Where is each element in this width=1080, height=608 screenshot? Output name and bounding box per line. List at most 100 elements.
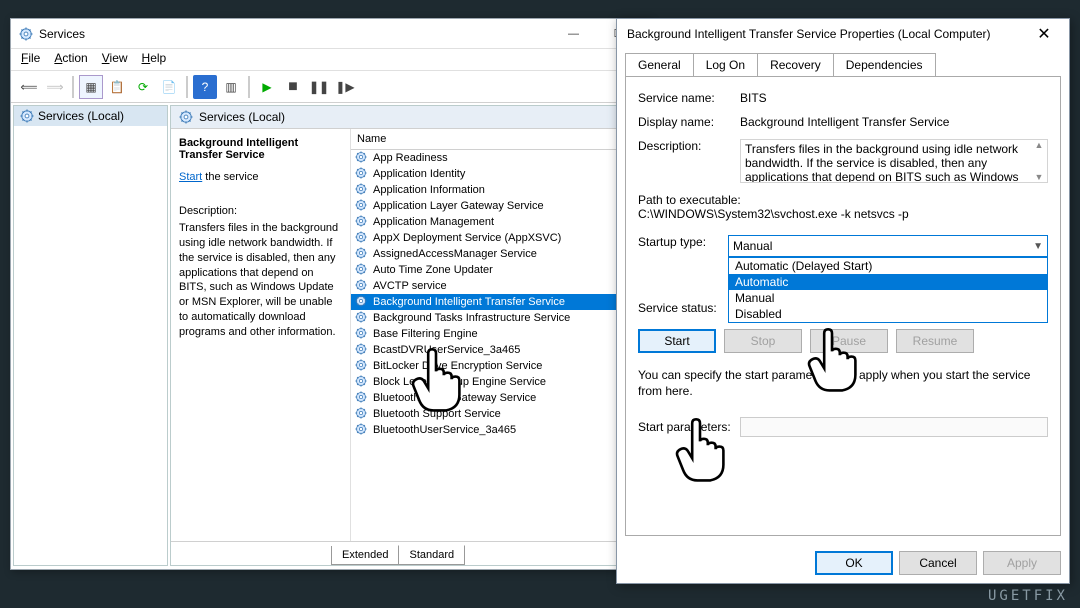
columns-icon[interactable]: ▥ <box>219 75 243 99</box>
detail-pane: Background Intelligent Transfer Service … <box>171 129 351 541</box>
service-row[interactable]: Application IdentityD <box>351 166 646 182</box>
ok-button[interactable]: OK <box>815 551 893 575</box>
service-row[interactable]: Block Level Backup Engine ServiceTl <box>351 374 646 390</box>
gear-icon <box>355 151 369 165</box>
dialog-titlebar: Background Intelligent Transfer Service … <box>617 19 1069 49</box>
gear-icon <box>355 343 369 357</box>
services-pane: Services (Local) Background Intelligent … <box>170 105 647 566</box>
startup-option[interactable]: Manual <box>729 290 1047 306</box>
start-params-input <box>740 417 1048 437</box>
service-row[interactable]: Application Layer Gateway ServicePi <box>351 198 646 214</box>
startup-type-label: Startup type: <box>638 235 728 257</box>
description-box[interactable]: Transfers files in the background using … <box>740 139 1048 183</box>
gear-icon <box>355 375 369 389</box>
menu-action[interactable]: Action <box>54 51 87 68</box>
service-row[interactable]: Background Intelligent Transfer ServiceT… <box>351 294 646 310</box>
gear-icon <box>355 247 369 261</box>
tree-node-label: Services (Local) <box>38 109 124 123</box>
menubar: File Action View Help <box>11 49 649 71</box>
service-name: BitLocker Drive Encryption Service <box>373 360 620 372</box>
tab-logon[interactable]: Log On <box>693 53 758 76</box>
export-icon[interactable]: 📋 <box>105 75 129 99</box>
display-name-value: Background Intelligent Transfer Service <box>740 115 1048 129</box>
note-text: You can specify the start parameters tha… <box>638 367 1048 399</box>
service-row[interactable]: Bluetooth Support ServiceTl <box>351 406 646 422</box>
forward-button[interactable]: ⟹ <box>43 75 67 99</box>
gear-icon <box>355 423 369 437</box>
service-row[interactable]: Auto Time Zone UpdaterA <box>351 262 646 278</box>
menu-view[interactable]: View <box>102 51 128 68</box>
tab-recovery[interactable]: Recovery <box>757 53 834 76</box>
tree-pane: Services (Local) <box>13 105 168 566</box>
pause-button: Pause <box>810 329 888 353</box>
properties-tabs: General Log On Recovery Dependencies <box>617 49 1069 76</box>
services-window: Services — ☐ File Action View Help ⟸ ⟹ ▦… <box>10 18 650 570</box>
gear-icon <box>355 231 369 245</box>
dialog-buttons: OK Cancel Apply <box>815 551 1061 575</box>
startup-type-select[interactable]: Manual ▼ <box>728 235 1048 257</box>
pane-header-label: Services (Local) <box>199 110 285 124</box>
separator <box>186 76 188 98</box>
service-row[interactable]: BluetoothUserService_3a465Tl <box>351 422 646 438</box>
gear-icon <box>179 110 193 124</box>
gear-icon <box>355 215 369 229</box>
service-row[interactable]: Application InformationFa <box>351 182 646 198</box>
startup-option[interactable]: Automatic <box>729 274 1047 290</box>
gear-icon <box>355 279 369 293</box>
dialog-title: Background Intelligent Transfer Service … <box>627 27 1029 41</box>
stop-icon[interactable]: ■ <box>281 75 305 99</box>
service-name-label: Service name: <box>638 91 740 105</box>
details-icon[interactable]: ▦ <box>79 75 103 99</box>
service-name: Background Intelligent Transfer Service <box>373 296 620 308</box>
help-icon[interactable]: ? <box>193 75 217 99</box>
startup-option[interactable]: Disabled <box>729 306 1047 322</box>
menu-file[interactable]: File <box>21 51 40 68</box>
separator <box>72 76 74 98</box>
gear-icon <box>355 183 369 197</box>
cancel-button[interactable]: Cancel <box>899 551 977 575</box>
refresh-icon[interactable]: ⟳ <box>131 75 155 99</box>
tree-node-services-local[interactable]: Services (Local) <box>14 106 167 126</box>
tab-standard[interactable]: Standard <box>398 545 465 565</box>
service-row[interactable]: AssignedAccessManager ServiceA <box>351 246 646 262</box>
resume-button: Resume <box>896 329 974 353</box>
service-row[interactable]: Application ManagementPi <box>351 214 646 230</box>
window-title: Services <box>39 27 551 41</box>
service-row[interactable]: BitLocker Drive Encryption ServiceBl <box>351 358 646 374</box>
close-icon[interactable]: ✕ <box>1029 24 1059 44</box>
scrollbar[interactable]: ▲▼ <box>1031 140 1047 182</box>
startup-option[interactable]: Automatic (Delayed Start) <box>729 258 1047 274</box>
menu-help[interactable]: Help <box>142 51 167 68</box>
gear-icon <box>19 27 33 41</box>
gear-icon <box>355 199 369 213</box>
start-icon[interactable]: ▶ <box>255 75 279 99</box>
gear-icon <box>20 109 34 123</box>
gear-icon <box>355 295 369 309</box>
minimize-button[interactable]: — <box>551 28 596 40</box>
service-row[interactable]: App ReadinessG <box>351 150 646 166</box>
start-button[interactable]: Start <box>638 329 716 353</box>
col-name[interactable]: Name <box>351 129 626 149</box>
tab-general[interactable]: General <box>625 53 694 76</box>
pause-icon[interactable]: ❚❚ <box>307 75 331 99</box>
start-link[interactable]: Start <box>179 171 202 183</box>
service-row[interactable]: Background Tasks Infrastructure ServiceW <box>351 310 646 326</box>
service-row[interactable]: Bluetooth Audio Gateway ServiceS <box>351 390 646 406</box>
service-name: AVCTP service <box>373 280 620 292</box>
tab-extended[interactable]: Extended <box>331 546 399 565</box>
description-label: Description: <box>638 139 740 183</box>
service-row[interactable]: AVCTP serviceTl <box>351 278 646 294</box>
service-name: Auto Time Zone Updater <box>373 264 620 276</box>
restart-icon[interactable]: ❚▶ <box>333 75 357 99</box>
tab-dependencies[interactable]: Dependencies <box>833 53 936 76</box>
back-button[interactable]: ⟸ <box>17 75 41 99</box>
properties-icon[interactable]: 📄 <box>157 75 181 99</box>
service-row[interactable]: AppX Deployment Service (AppXSVC)Pi <box>351 230 646 246</box>
service-name: Application Identity <box>373 168 620 180</box>
gear-icon <box>355 167 369 181</box>
service-row[interactable]: BcastDVRUserService_3a465Tl <box>351 342 646 358</box>
service-row[interactable]: Base Filtering EngineTl <box>351 326 646 342</box>
display-name-label: Display name: <box>638 115 740 129</box>
service-status-label: Service status: <box>638 301 740 315</box>
startup-dropdown: Automatic (Delayed Start)AutomaticManual… <box>728 257 1048 323</box>
